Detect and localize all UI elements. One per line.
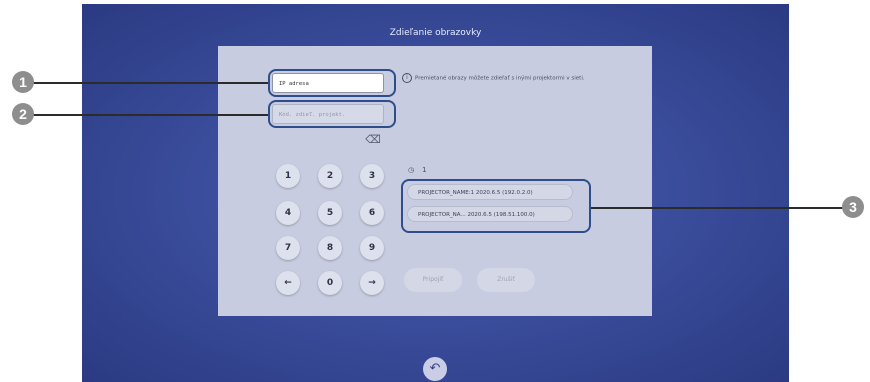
key-1[interactable]: 1 xyxy=(276,164,300,188)
callout-3-highlight xyxy=(401,179,591,233)
callout-2-line xyxy=(26,114,268,116)
key-9[interactable]: 9 xyxy=(360,236,384,260)
callout-3: 3 xyxy=(842,196,864,218)
info-icon: i xyxy=(402,73,412,83)
backspace-icon[interactable]: ⌫ xyxy=(362,130,384,150)
key-left-arrow[interactable]: ← xyxy=(276,271,300,295)
cancel-button[interactable]: Zrušiť xyxy=(477,268,535,292)
connect-button[interactable]: Pripojiť xyxy=(404,268,462,292)
page-title: Zdieľanie obrazovky xyxy=(389,28,482,38)
key-2[interactable]: 2 xyxy=(318,164,342,188)
callout-1: 1 xyxy=(12,71,34,93)
key-right-arrow[interactable]: → xyxy=(360,271,384,295)
key-6[interactable]: 6 xyxy=(360,201,384,225)
key-0[interactable]: 0 xyxy=(318,271,342,295)
callout-1-highlight xyxy=(268,69,396,97)
callout-2-highlight xyxy=(268,100,396,128)
history-row: ◷ 1 xyxy=(408,166,427,174)
key-8[interactable]: 8 xyxy=(318,236,342,260)
history-icon: ◷ xyxy=(408,166,415,174)
history-count: 1 xyxy=(422,166,427,174)
back-arrow-icon: ↶ xyxy=(429,361,441,376)
key-4[interactable]: 4 xyxy=(276,201,300,225)
back-label: Späť xyxy=(429,376,441,382)
info-text: Premietané obrazy môžete zdieľať s inými… xyxy=(415,75,585,82)
key-5[interactable]: 5 xyxy=(318,201,342,225)
info-message: i Premietané obrazy môžete zdieľať s iným… xyxy=(402,73,585,83)
callout-3-line xyxy=(591,207,845,209)
key-7[interactable]: 7 xyxy=(276,236,300,260)
key-3[interactable]: 3 xyxy=(360,164,384,188)
callout-2: 2 xyxy=(12,103,34,125)
callout-1-line xyxy=(26,82,268,84)
